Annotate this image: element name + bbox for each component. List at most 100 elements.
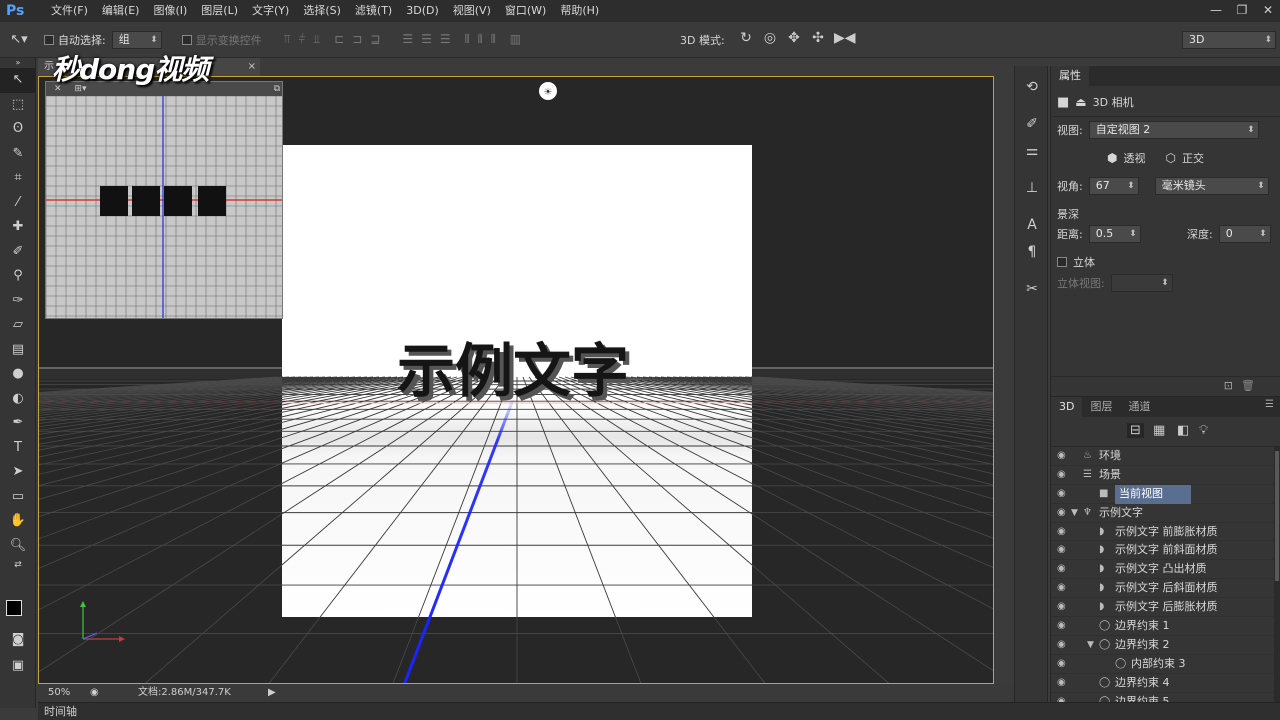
- visibility-eye-icon[interactable]: ◉: [1057, 617, 1066, 636]
- pen-tool-icon[interactable]: ✒: [0, 411, 36, 436]
- scene-tree-row[interactable]: ◉ ▼ ♆ 示例文字: [1051, 504, 1275, 523]
- visibility-eye-icon[interactable]: ◉: [1057, 636, 1066, 655]
- tool-presets-icon[interactable]: ✂: [1015, 276, 1049, 303]
- align-vcenter-icon[interactable]: ⫩: [299, 32, 306, 47]
- marquee-tool-icon[interactable]: ⬚: [0, 93, 36, 118]
- panel-menu-icon[interactable]: ☰: [1265, 399, 1274, 410]
- shape-tool-icon[interactable]: ▭: [0, 485, 36, 510]
- scene-tree-row[interactable]: ◉ ♨ 环境: [1051, 447, 1275, 466]
- distribute-bottom-icon[interactable]: ☰: [440, 32, 451, 47]
- distribute-top-icon[interactable]: ☰: [402, 32, 413, 47]
- maximize-button[interactable]: ❐: [1234, 0, 1250, 20]
- scene-tree-row[interactable]: ◉ ◯ 边界约束 5: [1051, 693, 1275, 702]
- clone-stamp-tool-icon[interactable]: ⚲: [0, 264, 36, 289]
- drag-3d-icon[interactable]: ✥: [786, 30, 802, 46]
- visibility-eye-icon[interactable]: ◉: [1057, 504, 1066, 523]
- quick-mask-icon[interactable]: ◙: [0, 628, 36, 653]
- scene-tree-row[interactable]: ◉ ◗ 示例文字 后斜面材质: [1051, 579, 1275, 599]
- align-left-icon[interactable]: ⊏: [334, 32, 344, 47]
- menu-item-0[interactable]: 文件(F): [44, 0, 95, 22]
- stereo-view-dropdown[interactable]: [1110, 274, 1173, 292]
- auto-align-icon[interactable]: ▥: [510, 32, 521, 47]
- visibility-eye-icon[interactable]: ◉: [1057, 485, 1066, 504]
- show-transform-checkbox[interactable]: 显示变换控件: [181, 32, 262, 48]
- toolbar-collapse-icon[interactable]: »: [0, 58, 36, 68]
- scrollbar-thumb[interactable]: [1275, 451, 1279, 581]
- perspective-icon[interactable]: ⬢: [1107, 151, 1117, 165]
- scene-tree-row[interactable]: ◉ ▼ ◯ 边界约束 2: [1051, 636, 1275, 655]
- character-panel-icon[interactable]: A: [1015, 212, 1049, 239]
- gradient-tool-icon[interactable]: ▤: [0, 338, 36, 363]
- distribute-hcenter-icon[interactable]: ⫴: [478, 32, 483, 47]
- timeline-panel-tab[interactable]: 时间轴: [38, 702, 1280, 720]
- auto-select-box[interactable]: [44, 34, 54, 45]
- brush-tool-icon[interactable]: ✐: [0, 240, 36, 265]
- scene-tree-row[interactable]: ◉ ☰ 场景: [1051, 466, 1275, 485]
- canvas-area[interactable]: 示例文字 示例文字 ☀ ✕ ⊞▾ ⧉: [38, 76, 994, 684]
- tab-channels[interactable]: 通道: [1120, 397, 1158, 417]
- visibility-eye-icon[interactable]: ◉: [1057, 655, 1066, 674]
- view-dropdown[interactable]: 自定视图 2: [1088, 121, 1259, 139]
- menu-item-2[interactable]: 图像(I): [146, 0, 194, 22]
- stereo-checkbox[interactable]: [1057, 257, 1067, 267]
- fov-input[interactable]: 67: [1088, 177, 1139, 195]
- visibility-eye-icon[interactable]: ◉: [1057, 674, 1066, 693]
- distribute-right-icon[interactable]: ⫴: [491, 32, 496, 47]
- quick-select-tool-icon[interactable]: ✎: [0, 142, 36, 167]
- properties-trash-icon[interactable]: 🗑︎: [1241, 379, 1255, 392]
- status-info-icon[interactable]: ◉: [90, 684, 99, 702]
- move-tool-preset-icon[interactable]: ↖▾: [0, 32, 38, 47]
- menu-item-8[interactable]: 视图(V): [446, 0, 498, 22]
- layer-comps-icon[interactable]: ⊥: [1015, 175, 1049, 202]
- visibility-eye-icon[interactable]: ◉: [1057, 579, 1066, 598]
- close-button[interactable]: ✕: [1260, 0, 1276, 20]
- filter-materials-icon[interactable]: ◧: [1177, 423, 1189, 438]
- visibility-eye-icon[interactable]: ◉: [1057, 598, 1066, 617]
- scale-3d-icon[interactable]: ▶◀: [834, 30, 856, 46]
- secondary-view-panel[interactable]: ✕ ⊞▾ ⧉: [45, 81, 283, 319]
- roll-3d-icon[interactable]: ◎: [762, 30, 778, 46]
- stereo-box[interactable]: [1057, 257, 1067, 267]
- scene-tree-row[interactable]: ◉ ◗ 示例文字 前膨胀材质: [1051, 523, 1275, 542]
- distribute-vcenter-icon[interactable]: ☰: [421, 32, 432, 47]
- visibility-eye-icon[interactable]: ◉: [1057, 541, 1066, 560]
- render-icon[interactable]: ⊡: [1224, 379, 1233, 392]
- scene-tree-row[interactable]: ◉ ◯ 边界约束 4: [1051, 674, 1275, 693]
- blur-tool-icon[interactable]: ●: [0, 362, 36, 387]
- scene-tree-row[interactable]: ◉ ■ 当前视图: [1051, 484, 1275, 504]
- status-menu-arrow-icon[interactable]: ▶: [268, 684, 276, 702]
- filter-lights-icon[interactable]: 💡︎: [1199, 423, 1208, 438]
- eyedropper-tool-icon[interactable]: ⁄: [0, 191, 36, 216]
- adjustments-panel-icon[interactable]: ⚌: [1015, 138, 1049, 165]
- slide-3d-icon[interactable]: ✣: [810, 30, 826, 46]
- perspective-option[interactable]: 透视: [1123, 150, 1145, 166]
- dodge-tool-icon[interactable]: ◐: [0, 387, 36, 412]
- close-tab-icon[interactable]: ×: [248, 58, 256, 76]
- history-brush-tool-icon[interactable]: ✑: [0, 289, 36, 314]
- 3d-text[interactable]: 示例文字: [397, 337, 629, 405]
- workspace-dropdown[interactable]: 3D: [1182, 31, 1276, 49]
- visibility-eye-icon[interactable]: ◉: [1057, 693, 1066, 702]
- foreground-color-swatch[interactable]: [6, 600, 22, 616]
- menu-item-4[interactable]: 文字(Y): [245, 0, 296, 22]
- align-top-icon[interactable]: ⫪: [284, 32, 291, 47]
- healing-brush-tool-icon[interactable]: ✚: [0, 215, 36, 240]
- orthographic-icon[interactable]: ⬡: [1165, 151, 1175, 165]
- menu-item-10[interactable]: 帮助(H): [553, 0, 606, 22]
- visibility-eye-icon[interactable]: ◉: [1057, 447, 1066, 466]
- scene-tree-row[interactable]: ◉ ◗ 示例文字 前斜面材质: [1051, 541, 1275, 561]
- auto-select-checkbox[interactable]: 自动选择:: [44, 32, 106, 48]
- distribute-left-icon[interactable]: ⫴: [465, 32, 470, 47]
- orthographic-option[interactable]: 正交: [1182, 150, 1204, 166]
- lasso-tool-icon[interactable]: ʘ: [0, 117, 36, 142]
- tab-3d[interactable]: 3D: [1051, 397, 1083, 417]
- zoom-tool-icon[interactable]: 🔍︎: [0, 534, 36, 559]
- menu-item-6[interactable]: 滤镜(T): [348, 0, 399, 22]
- auto-select-dropdown[interactable]: 组: [111, 30, 162, 49]
- filter-whole-scene-icon[interactable]: ⊟: [1127, 423, 1144, 438]
- menu-item-7[interactable]: 3D(D): [399, 0, 446, 22]
- brush-panel-icon[interactable]: ✐: [1015, 111, 1049, 138]
- tab-properties[interactable]: 属性: [1051, 66, 1089, 86]
- scene-tree-row[interactable]: ◉ ◯ 内部约束 3: [1051, 655, 1275, 674]
- show-transform-box[interactable]: [181, 34, 192, 45]
